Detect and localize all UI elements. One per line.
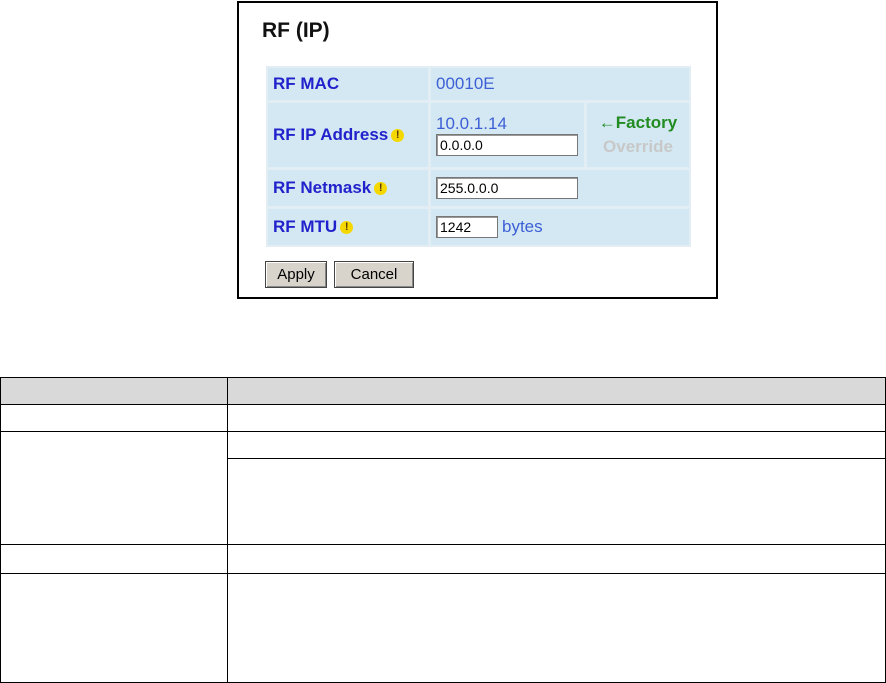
table-cell — [227, 573, 886, 683]
mtu-label: RF MTU! — [268, 209, 428, 245]
table-cell — [227, 404, 886, 432]
ip-factory-value: 10.0.1.14 — [436, 114, 507, 133]
panel-title: RF (IP) — [262, 19, 330, 42]
mtu-row: RF MTU! bytes — [268, 209, 689, 245]
table-cell — [0, 544, 228, 574]
table-cell — [0, 573, 228, 683]
cancel-button[interactable]: Cancel — [334, 261, 414, 288]
mtu-input[interactable] — [436, 216, 498, 238]
parameter-table — [0, 377, 886, 683]
mac-value-cell: 00010E — [431, 68, 689, 100]
table-row — [0, 573, 886, 683]
table-row — [0, 431, 886, 545]
ip-value-cell: 10.0.1.14 — [431, 103, 584, 167]
mac-value: 00010E — [436, 74, 495, 93]
ip-row: RF IP Address! 10.0.1.14 ←Factory Overri… — [268, 103, 689, 167]
netmask-row: RF Netmask! — [268, 170, 689, 206]
table-cell — [0, 404, 228, 432]
table-row — [0, 544, 886, 574]
rf-ip-form: RF MAC 00010E RF IP Address! 10.0.1.14 ←… — [266, 66, 691, 247]
table-row — [0, 404, 886, 432]
mtu-unit: bytes — [502, 217, 543, 236]
table-cell — [227, 544, 886, 574]
ip-address-input[interactable] — [436, 134, 578, 156]
table-header-row — [0, 377, 886, 405]
rf-ip-panel: RF (IP) RF MAC 00010E RF IP Address! 10.… — [237, 1, 718, 299]
ip-label: RF IP Address! — [268, 103, 428, 167]
factory-link[interactable]: ←Factory — [599, 111, 677, 135]
override-label: Override — [603, 137, 673, 156]
ip-side-cell: ←Factory Override — [587, 103, 689, 167]
mac-label: RF MAC — [268, 68, 428, 100]
table-header-cell — [227, 377, 886, 405]
table-cell — [227, 431, 886, 459]
netmask-input[interactable] — [436, 177, 578, 199]
table-header-cell — [0, 377, 228, 405]
netmask-label: RF Netmask! — [268, 170, 428, 206]
mtu-value-cell: bytes — [431, 209, 689, 245]
table-cell — [227, 458, 886, 545]
table-cell — [0, 431, 228, 545]
netmask-value-cell — [431, 170, 689, 206]
mac-row: RF MAC 00010E — [268, 68, 689, 100]
warning-icon: ! — [374, 181, 388, 195]
apply-button[interactable]: Apply — [265, 261, 327, 288]
warning-icon: ! — [391, 128, 405, 142]
warning-icon: ! — [340, 220, 354, 234]
